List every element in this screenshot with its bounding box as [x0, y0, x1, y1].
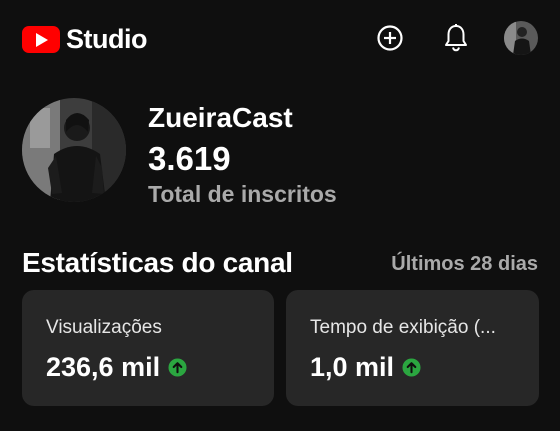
account-avatar[interactable]: [504, 21, 538, 55]
subscriber-count: 3.619: [148, 140, 231, 177]
create-button[interactable]: [375, 23, 405, 53]
top-app-bar: Studio: [0, 0, 560, 76]
stats-date-range: Últimos 28 dias: [391, 253, 538, 275]
add-circle-icon: [377, 25, 403, 51]
card-value: 236,6 mil: [46, 352, 161, 382]
trend-up-icon: [402, 357, 421, 377]
card-value: 1,0 mil: [310, 352, 395, 382]
watch-time-card[interactable]: Tempo de exibição (... 1,0 mil: [286, 290, 539, 406]
stats-title: Estatísticas do canal: [22, 247, 293, 278]
notifications-button[interactable]: [441, 23, 471, 53]
bell-icon: [445, 24, 467, 52]
trend-up-icon: [168, 357, 187, 377]
subscriber-label: Total de inscritos: [148, 181, 337, 207]
card-label: Tempo de exibição (...: [310, 317, 496, 338]
studio-logo[interactable]: Studio: [22, 24, 147, 54]
card-label: Visualizações: [46, 317, 162, 338]
views-card[interactable]: Visualizações 236,6 mil: [22, 290, 274, 406]
channel-header: ZueiraCast 3.619 Total de inscritos: [22, 98, 542, 207]
youtube-play-icon: [22, 25, 60, 53]
channel-avatar[interactable]: [22, 98, 126, 202]
channel-name: ZueiraCast: [148, 102, 293, 133]
logo-text: Studio: [66, 24, 147, 54]
